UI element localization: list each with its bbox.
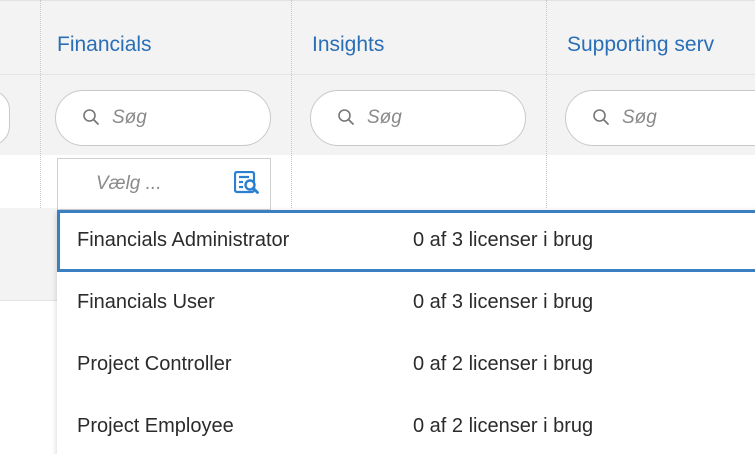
option-role-name: Financials User [77,291,215,313]
search-icon [83,109,99,125]
search-field-insights[interactable] [310,90,526,146]
search-input-insights[interactable] [367,105,487,131]
option-license-count: 0 af 2 licenser i brug [413,353,594,375]
search-field-financials[interactable] [55,90,271,146]
option-project-controller[interactable]: Project Controller 0 af 2 licenser i bru… [57,334,755,396]
option-role-name: Financials Administrator [77,229,290,251]
search-input-financials[interactable] [112,105,232,131]
column-divider [291,0,292,208]
column-header-supporting-services[interactable]: Supporting serv [567,33,714,57]
column-divider [546,0,547,208]
role-options-dropdown: Financials Administrator 0 af 3 licenser… [57,210,755,454]
option-project-employee[interactable]: Project Employee 0 af 2 licenser i brug [57,396,755,454]
option-financials-administrator[interactable]: Financials Administrator 0 af 3 licenser… [57,210,755,272]
option-license-count: 0 af 3 licenser i brug [413,229,594,251]
option-license-count: 0 af 3 licenser i brug [413,291,594,313]
option-financials-user[interactable]: Financials User 0 af 3 licenser i brug [57,272,755,334]
row-background [0,208,60,301]
column-divider [40,0,41,208]
search-icon [338,109,354,125]
search-icon [593,109,609,125]
search-field-supporting-services[interactable] [565,90,755,146]
column-header-insights[interactable]: Insights [312,33,384,57]
license-role-grid: Financials Insights Supporting serv Vælg… [0,0,755,454]
column-header-financials[interactable]: Financials [57,33,152,57]
option-role-name: Project Controller [77,353,232,375]
search-input-supporting-services[interactable] [622,105,742,131]
role-select-placeholder: Vælg ... [96,173,162,194]
option-license-count: 0 af 2 licenser i brug [413,415,594,437]
role-select[interactable]: Vælg ... [57,158,271,210]
option-role-name: Project Employee [77,415,234,437]
lookup-list-icon[interactable] [234,171,260,195]
